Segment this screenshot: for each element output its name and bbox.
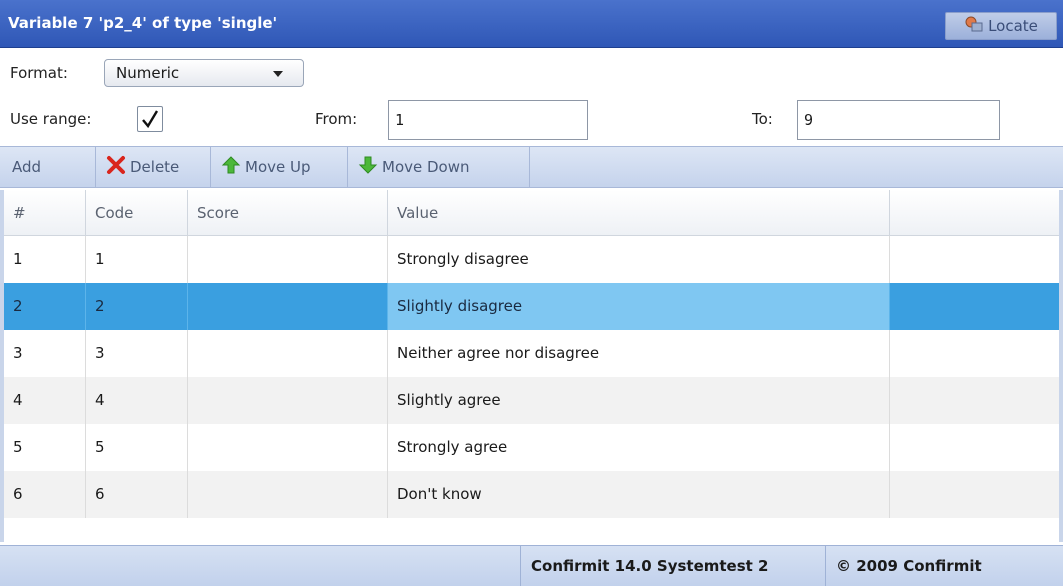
- row-number: 4: [4, 377, 86, 424]
- row-extra: [890, 283, 1059, 330]
- move-up-button[interactable]: Move Up: [211, 147, 348, 187]
- row-score[interactable]: [188, 236, 388, 283]
- locate-button[interactable]: Locate: [945, 12, 1057, 40]
- status-version: Confirmit 14.0 Systemtest 2: [520, 546, 825, 586]
- table-row-selected[interactable]: 2 2 Slightly disagree: [4, 283, 1059, 330]
- to-label: To:: [752, 110, 773, 128]
- column-header-value[interactable]: Value: [388, 190, 890, 236]
- row-score[interactable]: [188, 424, 388, 471]
- chevron-down-icon: [273, 71, 283, 77]
- locate-label: Locate: [988, 17, 1038, 35]
- table-row[interactable]: 3 3 Neither agree nor disagree: [4, 330, 1059, 377]
- add-label: Add: [12, 158, 42, 176]
- row-value[interactable]: Slightly disagree: [388, 283, 890, 330]
- row-number: 2: [4, 283, 86, 330]
- column-header-extra: [890, 190, 1059, 236]
- format-label: Format:: [10, 64, 68, 82]
- format-row: Format: Numeric: [0, 52, 1063, 94]
- row-number: 5: [4, 424, 86, 471]
- row-score[interactable]: [188, 283, 388, 330]
- row-score[interactable]: [188, 471, 388, 518]
- column-header-code[interactable]: Code: [86, 190, 188, 236]
- move-down-label: Move Down: [382, 158, 470, 176]
- delete-button[interactable]: Delete: [96, 147, 211, 187]
- arrow-down-icon: [358, 155, 378, 179]
- add-button[interactable]: Add: [0, 147, 96, 187]
- row-value[interactable]: Don't know: [388, 471, 890, 518]
- use-range-label: Use range:: [10, 110, 92, 128]
- title-bar: Variable 7 'p2_4' of type 'single' Locat…: [0, 0, 1063, 48]
- table-row[interactable]: 4 4 Slightly agree: [4, 377, 1059, 424]
- locate-icon: [964, 15, 984, 37]
- from-label: From:: [315, 110, 358, 128]
- arrow-up-icon: [221, 155, 241, 179]
- grid-header: # Code Score Value: [4, 190, 1059, 236]
- delete-icon: [106, 155, 126, 179]
- row-number: 3: [4, 330, 86, 377]
- status-copyright: © 2009 Confirmit: [825, 546, 1063, 586]
- row-score[interactable]: [188, 330, 388, 377]
- row-code[interactable]: 1: [86, 236, 188, 283]
- column-header-number[interactable]: #: [4, 190, 86, 236]
- row-code[interactable]: 5: [86, 424, 188, 471]
- row-code[interactable]: 4: [86, 377, 188, 424]
- row-value[interactable]: Strongly agree: [388, 424, 890, 471]
- table-row[interactable]: 1 1 Strongly disagree: [4, 236, 1059, 283]
- table-row[interactable]: 5 5 Strongly agree: [4, 424, 1059, 471]
- window-title: Variable 7 'p2_4' of type 'single': [8, 14, 278, 32]
- row-extra: [890, 424, 1059, 471]
- delete-label: Delete: [130, 158, 180, 176]
- row-code[interactable]: 3: [86, 330, 188, 377]
- checkmark-icon: [142, 110, 159, 129]
- row-number: 6: [4, 471, 86, 518]
- row-value[interactable]: Neither agree nor disagree: [388, 330, 890, 377]
- grid-right-border: [1059, 190, 1063, 542]
- values-grid: # Code Score Value 1 1 Strongly disagree…: [4, 190, 1059, 542]
- grid-toolbar: Add Delete Move Up Move Down: [0, 146, 1063, 188]
- row-extra: [890, 377, 1059, 424]
- format-select-value: Numeric: [116, 64, 180, 82]
- row-value[interactable]: Strongly disagree: [388, 236, 890, 283]
- row-code[interactable]: 2: [86, 283, 188, 330]
- from-input[interactable]: 1: [388, 100, 588, 140]
- move-down-button[interactable]: Move Down: [348, 147, 530, 187]
- row-code[interactable]: 6: [86, 471, 188, 518]
- use-range-checkbox[interactable]: [137, 106, 163, 132]
- status-bar: Confirmit 14.0 Systemtest 2 © 2009 Confi…: [0, 545, 1063, 586]
- table-row[interactable]: 6 6 Don't know: [4, 471, 1059, 518]
- row-value[interactable]: Slightly agree: [388, 377, 890, 424]
- row-extra: [890, 471, 1059, 518]
- move-up-label: Move Up: [245, 158, 311, 176]
- row-number: 1: [4, 236, 86, 283]
- row-extra: [890, 236, 1059, 283]
- to-input[interactable]: 9: [797, 100, 1000, 140]
- row-score[interactable]: [188, 377, 388, 424]
- row-extra: [890, 330, 1059, 377]
- format-select[interactable]: Numeric: [104, 59, 304, 87]
- column-header-score[interactable]: Score: [188, 190, 388, 236]
